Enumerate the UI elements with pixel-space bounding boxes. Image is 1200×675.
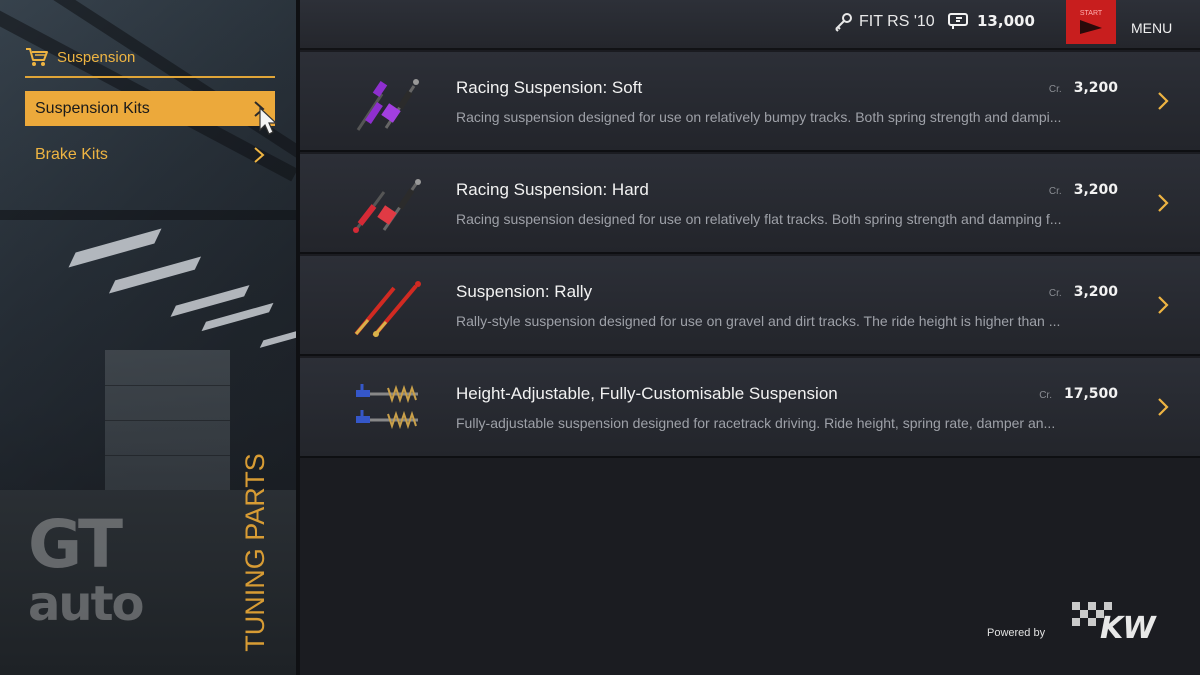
start-button[interactable]: START bbox=[1066, 0, 1116, 44]
part-description: Rally-style suspension designed for use … bbox=[456, 313, 1061, 329]
part-price: Cr. 3,200 bbox=[1049, 182, 1118, 198]
sidebar-item-brake-kits[interactable]: Brake Kits bbox=[25, 137, 275, 172]
powered-by-label: Powered by bbox=[987, 627, 1046, 639]
key-icon bbox=[835, 13, 852, 32]
chevron-right-icon bbox=[1158, 296, 1169, 314]
ceiling-light bbox=[259, 330, 297, 348]
section-title: TUNING PARTS bbox=[230, 453, 280, 652]
chevron-right-icon bbox=[1158, 194, 1169, 212]
part-description: Racing suspension designed for use on re… bbox=[456, 211, 1062, 227]
section-title-text: TUNING PARTS bbox=[239, 453, 270, 652]
rally-shock-icon bbox=[354, 281, 421, 338]
part-description: Fully-adjustable suspension designed for… bbox=[456, 415, 1056, 431]
sidebar-item-label: Suspension Kits bbox=[35, 99, 150, 117]
chevron-right-icon bbox=[1158, 398, 1169, 416]
credits-icon bbox=[948, 13, 968, 29]
part-name: Racing Suspension: Hard bbox=[456, 180, 649, 199]
category-header: Suspension bbox=[25, 38, 275, 78]
garage-door-line bbox=[105, 420, 230, 421]
credits-value: 13,000 bbox=[977, 12, 1035, 30]
part-row[interactable]: Racing Suspension: Soft Racing suspensio… bbox=[300, 52, 1200, 152]
ceiling-beam bbox=[0, 210, 297, 220]
current-car: FIT RS '10 bbox=[833, 12, 935, 32]
part-price: Cr. 3,200 bbox=[1049, 80, 1118, 96]
ceiling-light bbox=[108, 256, 202, 294]
part-name: Racing Suspension: Soft bbox=[456, 78, 643, 97]
currency-label: Cr. bbox=[1048, 186, 1062, 197]
kw-logo: KW bbox=[1072, 602, 1157, 644]
credits-display: 13,000 bbox=[947, 12, 1035, 30]
price-value: 3,200 bbox=[1073, 284, 1118, 300]
parts-list: Racing Suspension: Soft Racing suspensio… bbox=[300, 52, 1200, 675]
currency-label: Cr. bbox=[1048, 84, 1062, 95]
garage-door-line bbox=[105, 455, 230, 456]
purple-coilover-icon bbox=[356, 79, 419, 131]
cart-icon bbox=[26, 48, 48, 66]
sidebar-item-suspension-kits[interactable]: Suspension Kits bbox=[25, 91, 275, 126]
part-price: Cr. 17,500 bbox=[1039, 386, 1118, 402]
currency-label: Cr. bbox=[1039, 390, 1052, 401]
part-description: Racing suspension designed for use on re… bbox=[456, 109, 1062, 125]
kw-logo-text: KW bbox=[1100, 611, 1157, 644]
ceiling-light bbox=[68, 228, 162, 268]
red-coilover-icon bbox=[353, 179, 421, 233]
part-price: Cr. 3,200 bbox=[1049, 284, 1118, 300]
price-value: 17,500 bbox=[1063, 386, 1118, 402]
category-title: Suspension bbox=[57, 48, 136, 66]
part-row[interactable]: Height-Adjustable, Fully-Customisable Su… bbox=[300, 358, 1200, 458]
part-row[interactable]: Suspension: Rally Rally-style suspension… bbox=[300, 256, 1200, 356]
car-name: FIT RS '10 bbox=[859, 13, 935, 30]
chevron-right-icon bbox=[1158, 92, 1169, 110]
part-name: Suspension: Rally bbox=[456, 282, 593, 301]
menu-button[interactable]: MENU bbox=[1131, 20, 1172, 36]
sidebar-item-label: Brake Kits bbox=[35, 145, 108, 163]
top-bar: FIT RS '10 13,000 START MENU bbox=[300, 0, 1200, 50]
gtauto-logo: GT bbox=[28, 506, 123, 583]
mouse-cursor-icon bbox=[259, 106, 278, 135]
price-value: 3,200 bbox=[1073, 80, 1118, 96]
chevron-right-icon bbox=[254, 146, 265, 163]
sidebar: Suspension Suspension Kits Brake Kits GT… bbox=[0, 0, 297, 675]
part-row[interactable]: Racing Suspension: Hard Racing suspensio… bbox=[300, 154, 1200, 254]
price-value: 3,200 bbox=[1073, 182, 1118, 198]
ceiling-light bbox=[201, 302, 274, 332]
blue-coilover-icon bbox=[356, 384, 418, 430]
currency-label: Cr. bbox=[1048, 288, 1062, 299]
start-label: START bbox=[1079, 9, 1103, 17]
gtauto-logo-sub: auto bbox=[28, 576, 144, 632]
part-name: Height-Adjustable, Fully-Customisable Su… bbox=[456, 384, 838, 403]
garage-door-line bbox=[105, 385, 230, 386]
start-flag-icon bbox=[1080, 19, 1102, 34]
